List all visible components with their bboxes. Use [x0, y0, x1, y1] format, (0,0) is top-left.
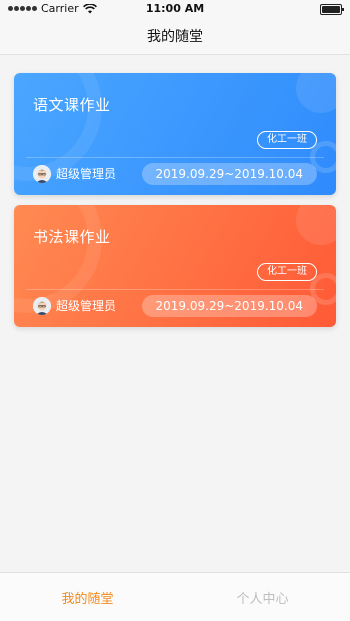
battery-icon — [320, 4, 344, 15]
date-range: 2019.09.29~2019.10.04 — [141, 295, 317, 317]
card-decoration — [296, 73, 336, 113]
homework-card-chinese[interactable]: 语文课作业 化工一班 超级管理员 2019.09.29~2019.10.04 — [14, 73, 336, 195]
page-title: 我的随堂 — [147, 29, 203, 45]
class-badge: 化工一班 — [257, 131, 317, 149]
class-badge: 化工一班 — [257, 263, 317, 281]
status-time: 11:00 AM — [145, 2, 205, 15]
avatar — [33, 297, 51, 315]
avatar — [33, 165, 51, 183]
card-title: 语文课作业 — [33, 96, 111, 114]
tab-personal-center[interactable]: 个人中心 — [175, 573, 350, 621]
card-decoration — [296, 205, 336, 245]
tab-bar: 我的随堂 个人中心 — [0, 572, 350, 621]
card-divider — [26, 157, 324, 158]
card-title: 书法课作业 — [33, 228, 111, 246]
card-divider — [26, 289, 324, 290]
date-range: 2019.09.29~2019.10.04 — [141, 163, 317, 185]
nav-bar: 我的随堂 — [0, 18, 350, 55]
teacher-name: 超级管理员 — [56, 167, 117, 181]
status-bar: Carrier 11:00 AM — [0, 0, 350, 18]
teacher-name: 超级管理员 — [56, 299, 117, 313]
tab-my-class[interactable]: 我的随堂 — [0, 573, 175, 621]
homework-card-calligraphy[interactable]: 书法课作业 化工一班 超级管理员 2019.09.29~2019.10.04 — [14, 205, 336, 327]
